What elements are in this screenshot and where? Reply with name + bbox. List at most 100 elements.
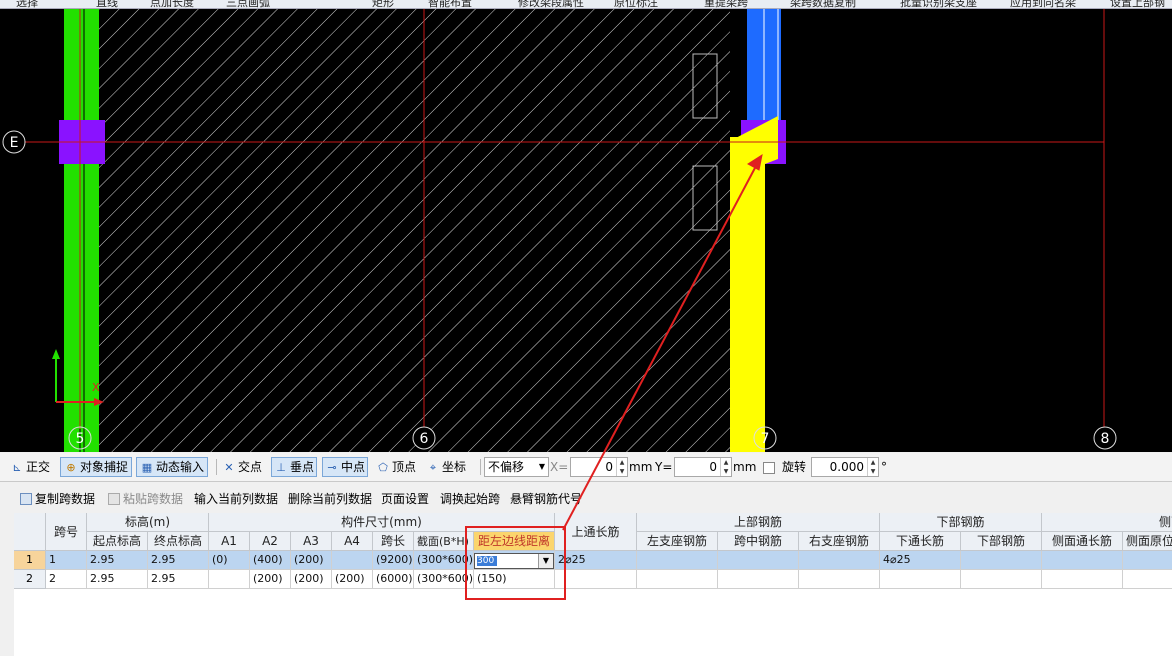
cell-start-elev[interactable]: 2.95	[87, 551, 148, 570]
cell-section[interactable]: (300*600)	[414, 551, 474, 570]
cell-a2[interactable]: (200)	[250, 570, 291, 589]
chevron-down-icon: ▼	[538, 462, 545, 471]
cell-top-through[interactable]: 2⌀25	[555, 551, 637, 570]
smart-layout-tool[interactable]: 智能布置	[428, 0, 472, 8]
re-extract-span-tool[interactable]: 重提梁跨	[704, 0, 748, 8]
cell-top-through[interactable]	[555, 570, 637, 589]
cantilever-code-button[interactable]: 悬臂钢筋代号	[510, 490, 582, 507]
cell-mid-span[interactable]	[718, 570, 799, 589]
cell-a3[interactable]: (200)	[291, 551, 332, 570]
select-tool[interactable]: 选择	[16, 0, 38, 8]
cell-right-support[interactable]	[799, 551, 880, 570]
header-side-through: 侧面通长筋	[1042, 532, 1123, 551]
point-length-tool[interactable]: 点加长度	[150, 0, 194, 8]
grid-toolbar: 复制跨数据 粘贴跨数据 输入当前列数据 删除当前列数据 页面设置 调换起始跨 悬…	[0, 482, 1172, 512]
line-tool[interactable]: 直线	[96, 0, 118, 8]
cell-side-orig[interactable]	[1123, 551, 1172, 570]
cell-a1[interactable]: (0)	[209, 551, 250, 570]
set-top-rebar-tool[interactable]: 设置上部钢	[1110, 0, 1165, 8]
x-spinner-icon[interactable]: ▲ ▼	[616, 458, 627, 476]
chevron-down-icon[interactable]: ▼	[538, 554, 553, 568]
delete-column-button[interactable]: 删除当前列数据	[288, 490, 372, 507]
rotate-input[interactable]: 0.000 ▲ ▼	[811, 457, 879, 477]
cell-side-through[interactable]	[1042, 570, 1123, 589]
apply-same-beam-tool[interactable]: 应用到同名梁	[1010, 0, 1076, 8]
dynamic-input-icon: ▦	[141, 461, 153, 474]
cell-end-elev[interactable]: 2.95	[148, 570, 209, 589]
dynamic-input-toggle[interactable]: ▦ 动态输入	[136, 457, 209, 477]
header-right-support: 右支座钢筋	[799, 532, 880, 551]
cell-a1[interactable]	[209, 570, 250, 589]
cell-a3[interactable]: (200)	[291, 570, 332, 589]
row-number[interactable]: 2	[14, 570, 46, 589]
cell-bottom-through[interactable]: 4⌀25	[880, 551, 961, 570]
coordinate-icon: ⌖	[429, 461, 437, 474]
cell-bottom-through[interactable]	[880, 570, 961, 589]
cell-start-elev[interactable]: 2.95	[87, 570, 148, 589]
cell-left-support[interactable]	[637, 551, 718, 570]
copy-span-button[interactable]: 复制跨数据	[20, 490, 95, 507]
rotate-checkbox[interactable]	[763, 462, 775, 474]
y-spinner-icon[interactable]: ▲ ▼	[720, 458, 731, 476]
modify-beam-tool[interactable]: 修改梁段属性	[518, 0, 584, 8]
in-situ-annotation-tool[interactable]: 原位标注	[614, 0, 658, 8]
page-setup-button[interactable]: 页面设置	[381, 490, 429, 507]
span-copy-tool[interactable]: 梁跨数据复制	[790, 0, 856, 8]
perpendicular-snap[interactable]: ⊥ 垂点	[271, 457, 318, 477]
header-left-support: 左支座钢筋	[637, 532, 718, 551]
cell-dist-left[interactable]: (150)	[474, 570, 555, 589]
rotate-unit: °	[881, 460, 887, 474]
dist-left-editor[interactable]: 300 ▼	[474, 553, 554, 569]
cell-a4[interactable]: (200)	[332, 570, 373, 589]
cell-span-len[interactable]: (9200)	[373, 551, 414, 570]
offset-mode-select[interactable]: 不偏移 ▼	[484, 457, 549, 477]
copy-icon	[20, 493, 32, 505]
cell-end-elev[interactable]: 2.95	[148, 551, 209, 570]
header-elevation: 标高(m)	[87, 513, 209, 532]
snap-toolbar: ⊾ 正交 ⊕ 对象捕捉 ▦ 动态输入 ✕ 交点 ⊥ 垂点 ⊸ 中点 ⬠ 顶点 ⌖ 坐标 不偏移 ▼…	[0, 453, 1172, 482]
separator	[216, 459, 217, 475]
header-a3: A3	[291, 532, 332, 551]
cell-bottom-rebar[interactable]	[961, 570, 1042, 589]
intersection-snap[interactable]: ✕ 交点	[222, 457, 262, 477]
x-input[interactable]: 0 ▲ ▼	[570, 457, 628, 477]
ortho-toggle[interactable]: ⊾ 正交	[10, 457, 50, 477]
batch-support-tool[interactable]: 批量识别梁支座	[900, 0, 977, 8]
magnet-icon: ⊕	[66, 461, 76, 474]
rotate-label: 旋转	[782, 460, 807, 474]
vertex-snap[interactable]: ⬠ 顶点	[376, 457, 416, 477]
cell-span-len[interactable]: (6000)	[373, 570, 414, 589]
cell-span[interactable]: 2	[46, 570, 87, 589]
header-end-elev: 终点标高	[148, 532, 209, 551]
svg-text:6: 6	[420, 431, 429, 447]
header-section: 截面(B*H)	[414, 532, 474, 551]
row-number[interactable]: 1	[14, 551, 46, 570]
x-unit: mm	[629, 460, 653, 474]
cell-side-orig[interactable]	[1123, 570, 1172, 589]
cell-left-support[interactable]	[637, 570, 718, 589]
cell-section[interactable]: (300*600)	[414, 570, 474, 589]
header-dimensions: 构件尺寸(mm)	[209, 513, 555, 532]
rect-tool[interactable]: 矩形	[372, 0, 394, 8]
cell-right-support[interactable]	[799, 570, 880, 589]
paste-span-button[interactable]: 粘贴跨数据	[108, 490, 183, 507]
cell-mid-span[interactable]	[718, 551, 799, 570]
coordinate-snap[interactable]: ⌖ 坐标	[426, 457, 466, 477]
input-column-button[interactable]: 输入当前列数据	[194, 490, 278, 507]
dist-left-value[interactable]: 300	[477, 556, 497, 566]
adjust-start-span-button[interactable]: 调换起始跨	[440, 490, 500, 507]
y-input[interactable]: 0 ▲ ▼	[674, 457, 732, 477]
cell-side-through[interactable]	[1042, 551, 1123, 570]
cell-a2[interactable]: (400)	[250, 551, 291, 570]
drawing-canvas[interactable]: E 5 6 7 8 X	[0, 9, 1172, 452]
arc-tool[interactable]: 三点画弧	[226, 0, 270, 8]
header-a2: A2	[250, 532, 291, 551]
header-bottom-through: 下通长筋	[880, 532, 961, 551]
midpoint-snap[interactable]: ⊸ 中点	[322, 457, 369, 477]
axis-bubble-6: 6	[412, 426, 436, 450]
cell-bottom-rebar[interactable]	[961, 551, 1042, 570]
object-snap-toggle[interactable]: ⊕ 对象捕捉	[60, 457, 133, 477]
rotate-spinner-icon[interactable]: ▲ ▼	[867, 458, 878, 476]
cell-span[interactable]: 1	[46, 551, 87, 570]
cell-a4[interactable]	[332, 551, 373, 570]
